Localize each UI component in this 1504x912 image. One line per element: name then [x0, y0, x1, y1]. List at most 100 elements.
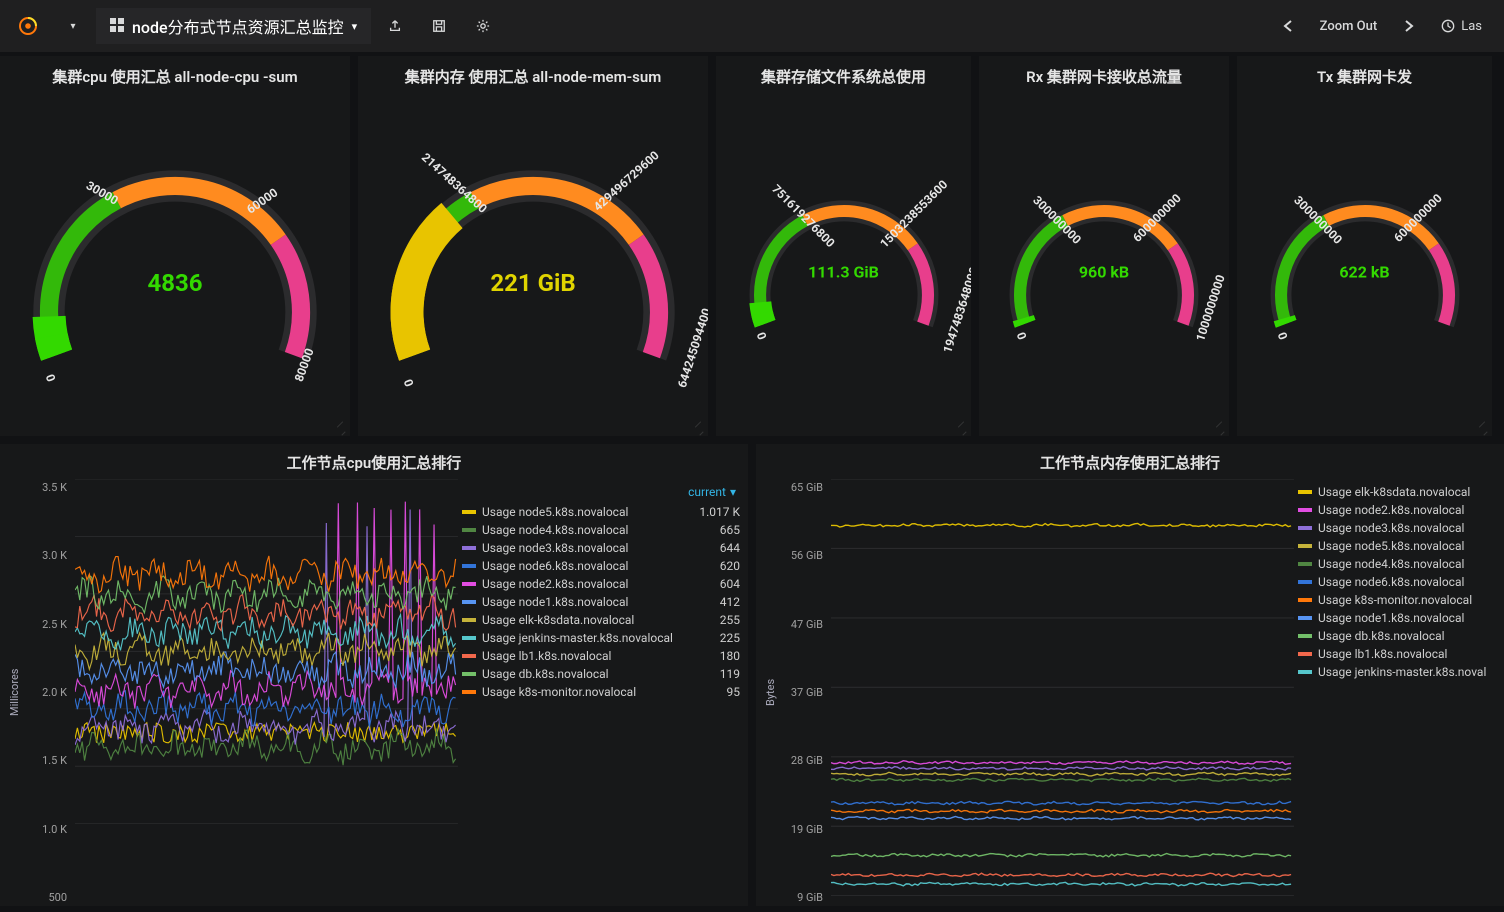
legend-swatch [1298, 526, 1312, 530]
y-axis-label: Millicores [6, 479, 23, 906]
gauge-panel[interactable]: Rx 集群网卡接收总流量 960 kB 03000000006000000001… [979, 56, 1229, 436]
legend-item[interactable]: Usage node2.k8s.novalocal 604 [462, 575, 740, 593]
legend-value: 180 [682, 649, 740, 663]
legend-item[interactable]: Usage lb1.k8s.novalocal [1298, 645, 1496, 663]
legend-label: Usage elk-k8sdata.novalocal [482, 613, 676, 627]
legend-sort-current[interactable]: current▾ [462, 483, 740, 503]
legend-item[interactable]: Usage jenkins-master.k8s.noval [1298, 663, 1496, 681]
share-button[interactable] [375, 8, 415, 44]
gauge-tick-label: 1947483648000 [940, 265, 971, 354]
legend-item[interactable]: Usage node6.k8s.novalocal 620 [462, 557, 740, 575]
top-navbar: node分布式节点资源汇总监控 ▾ Zoom Out Las [0, 0, 1504, 52]
legend-swatch [462, 546, 476, 550]
apps-icon [110, 17, 124, 36]
legend-swatch [462, 582, 476, 586]
legend-item[interactable]: Usage node4.k8s.novalocal 665 [462, 521, 740, 539]
dashboard-title: node分布式节点资源汇总监控 [132, 14, 344, 38]
legend-swatch [1298, 634, 1312, 638]
legend-label: Usage lb1.k8s.novalocal [1318, 647, 1496, 661]
time-back-button[interactable] [1268, 8, 1308, 44]
legend-swatch [462, 564, 476, 568]
settings-button[interactable] [463, 8, 503, 44]
y-tick-label: 56 GiB [779, 549, 823, 562]
legend-item[interactable]: Usage node1.k8s.novalocal [1298, 609, 1496, 627]
logo-menu-caret-icon[interactable] [52, 8, 92, 44]
legend-value: 620 [682, 559, 740, 573]
time-forward-button[interactable] [1389, 8, 1429, 44]
y-tick-label: 28 GiB [779, 754, 823, 767]
legend-swatch [1298, 616, 1312, 620]
legend-item[interactable]: Usage elk-k8sdata.novalocal 255 [462, 611, 740, 629]
legend-label: Usage lb1.k8s.novalocal [482, 649, 676, 663]
y-tick-label: 2.5 K [23, 618, 67, 631]
y-tick-label: 1.0 K [23, 823, 67, 836]
zoom-out-button[interactable]: Zoom Out [1310, 8, 1388, 44]
legend-value: 225 [682, 631, 740, 645]
legend-value: 95 [682, 685, 740, 699]
legend-label: Usage node6.k8s.novalocal [1318, 575, 1496, 589]
legend-item[interactable]: Usage node3.k8s.novalocal 644 [462, 539, 740, 557]
gauge-panel[interactable]: Tx 集群网卡发 622 kB 0300000000600000000 [1237, 56, 1492, 436]
gauge-value: 960 kB [1079, 262, 1129, 281]
legend-value: 255 [682, 613, 740, 627]
legend-item[interactable]: Usage node6.k8s.novalocal [1298, 573, 1496, 591]
resize-handle-icon[interactable] [1215, 424, 1225, 434]
legend-item[interactable]: Usage node4.k8s.novalocal [1298, 555, 1496, 573]
grafana-logo[interactable] [8, 8, 48, 44]
time-picker-button[interactable]: Las [1431, 8, 1492, 44]
graph-panels-row: 工作节点cpu使用汇总排行 Millicores 3.5 K3.0 K2.5 K… [0, 436, 1504, 906]
legend-swatch [1298, 598, 1312, 602]
y-tick-label: 19 GiB [779, 823, 823, 836]
legend-label: Usage node5.k8s.novalocal [482, 505, 676, 519]
legend-label: Usage node5.k8s.novalocal [1318, 539, 1496, 553]
legend-item[interactable]: Usage k8s-monitor.novalocal 95 [462, 683, 740, 701]
plot-area[interactable]: 3.5 K3.0 K2.5 K2.0 K1.5 K1.0 K500 [23, 479, 458, 906]
legend-item[interactable]: Usage node5.k8s.novalocal [1298, 537, 1496, 555]
gauge-value: 4836 [147, 269, 202, 297]
panel-title: Rx 集群网卡接收总流量 [979, 56, 1229, 87]
legend-item[interactable]: Usage node1.k8s.novalocal 412 [462, 593, 740, 611]
plot-area[interactable]: 65 GiB56 GiB47 GiB37 GiB28 GiB19 GiB9 Gi… [779, 479, 1294, 906]
clock-icon [1441, 19, 1455, 33]
legend-label: Usage node1.k8s.novalocal [1318, 611, 1496, 625]
legend-label: Usage db.k8s.novalocal [1318, 629, 1496, 643]
panel-title: 集群内存 使用汇总 all-node-mem-sum [358, 56, 708, 87]
mem-ranking-panel[interactable]: 工作节点内存使用汇总排行 Bytes 65 GiB56 GiB47 GiB37 … [756, 444, 1504, 906]
legend-item[interactable]: Usage jenkins-master.k8s.novalocal 225 [462, 629, 740, 647]
legend-item[interactable]: Usage elk-k8sdata.novalocal [1298, 483, 1496, 501]
legend-label: Usage node2.k8s.novalocal [482, 577, 676, 591]
chevron-down-icon: ▾ [730, 485, 736, 499]
gauge-value: 111.3 GiB [808, 262, 879, 281]
legend-label: Usage node3.k8s.novalocal [482, 541, 676, 555]
legend-item[interactable]: Usage k8s-monitor.novalocal [1298, 591, 1496, 609]
save-button[interactable] [419, 8, 459, 44]
legend-label: Usage node6.k8s.novalocal [482, 559, 676, 573]
panel-title: 集群存储文件系统总使用 [716, 56, 971, 87]
resize-handle-icon[interactable] [336, 424, 346, 434]
mem-legend: Usage elk-k8sdata.novalocal Usage node2.… [1294, 479, 1504, 906]
cpu-ranking-panel[interactable]: 工作节点cpu使用汇总排行 Millicores 3.5 K3.0 K2.5 K… [0, 444, 748, 906]
legend-swatch [462, 600, 476, 604]
resize-handle-icon[interactable] [1478, 424, 1488, 434]
gauge-panels-row: 集群cpu 使用汇总 all-node-cpu -sum 4836 030000… [0, 52, 1504, 436]
legend-item[interactable]: Usage db.k8s.novalocal 119 [462, 665, 740, 683]
legend-label: Usage k8s-monitor.novalocal [482, 685, 676, 699]
legend-value: 644 [682, 541, 740, 555]
y-axis-label: Bytes [762, 479, 779, 906]
legend-item[interactable]: Usage db.k8s.novalocal [1298, 627, 1496, 645]
resize-handle-icon[interactable] [957, 424, 967, 434]
legend-item[interactable]: Usage node2.k8s.novalocal [1298, 501, 1496, 519]
gauge-panel[interactable]: 集群存储文件系统总使用 111.3 GiB 075161927680015032… [716, 56, 971, 436]
y-tick-label: 37 GiB [779, 686, 823, 699]
dashboard-picker[interactable]: node分布式节点资源汇总监控 ▾ [96, 8, 371, 44]
legend-item[interactable]: Usage node3.k8s.novalocal [1298, 519, 1496, 537]
legend-item[interactable]: Usage lb1.k8s.novalocal 180 [462, 647, 740, 665]
legend-item[interactable]: Usage node5.k8s.novalocal 1.017 K [462, 503, 740, 521]
resize-handle-icon[interactable] [694, 424, 704, 434]
panel-title: Tx 集群网卡发 [1237, 56, 1492, 87]
gauge-panel[interactable]: 集群内存 使用汇总 all-node-mem-sum 221 GiB 02147… [358, 56, 708, 436]
gauge-panel[interactable]: 集群cpu 使用汇总 all-node-cpu -sum 4836 030000… [0, 56, 350, 436]
panel-title: 集群cpu 使用汇总 all-node-cpu -sum [0, 56, 350, 87]
legend-value: 665 [682, 523, 740, 537]
legend-swatch [1298, 652, 1312, 656]
